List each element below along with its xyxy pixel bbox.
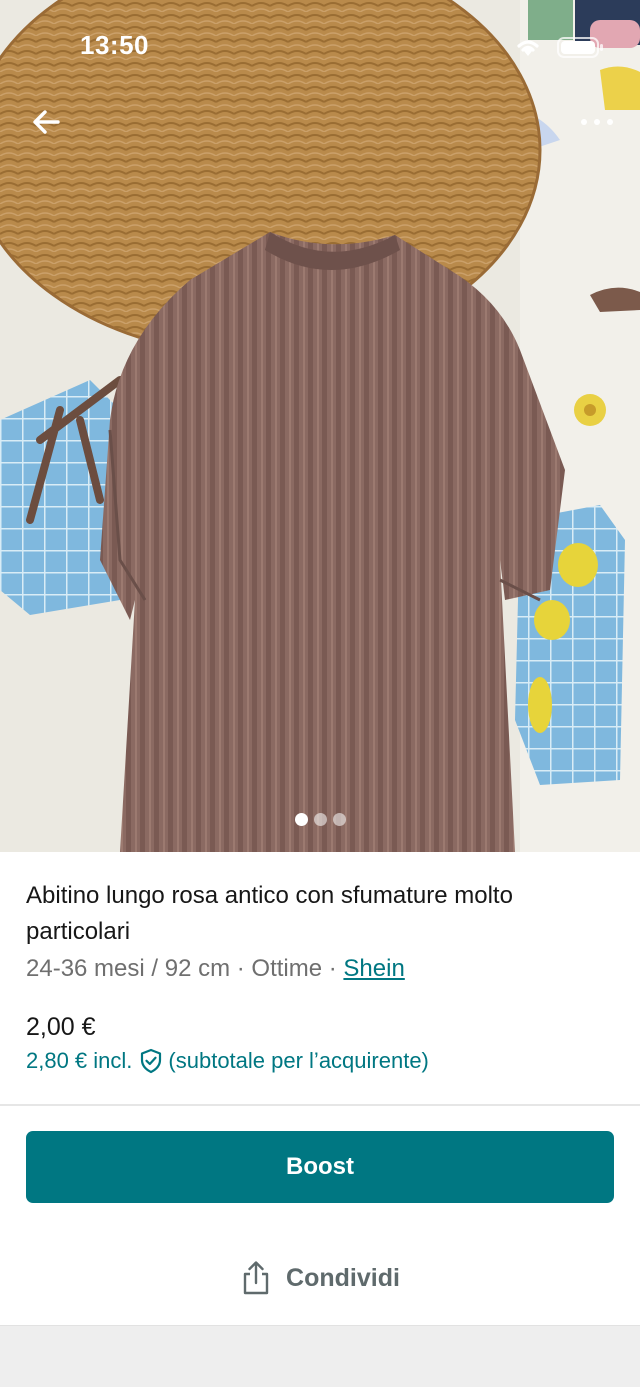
product-photo[interactable]: 13:50 [0, 0, 640, 852]
pager-dot[interactable] [332, 813, 346, 826]
item-price: 2,00 € [26, 1013, 96, 1041]
share-icon [243, 1261, 269, 1295]
divider [0, 1104, 640, 1106]
item-meta: 24-36 mesi / 92 cm · Ottime · Shein [26, 952, 616, 986]
share-button[interactable]: Condividi [0, 1248, 640, 1308]
boost-button[interactable]: Boost [26, 1131, 614, 1203]
more-options-icon[interactable] [572, 104, 622, 140]
shield-check-icon [141, 1048, 162, 1074]
battery-icon [557, 37, 603, 58]
share-label: Condividi [286, 1263, 400, 1292]
pager-dot[interactable] [313, 813, 327, 826]
price-incl-row[interactable]: 2,80 € incl. (subtotale per l’acquirente… [26, 1048, 429, 1074]
wifi-icon [517, 40, 539, 56]
item-details: Abitino lungo rosa antico con sfumature … [26, 878, 616, 986]
item-title: Abitino lungo rosa antico con sfumature … [26, 882, 513, 945]
status-time: 13:50 [80, 30, 149, 60]
product-photo-image [0, 0, 640, 852]
back-arrow-icon[interactable] [24, 100, 68, 144]
photo-pager [0, 813, 640, 827]
price-incl: 2,80 € incl. [26, 1048, 133, 1073]
bottom-band [0, 1325, 640, 1387]
price-incl-note: (subtotale per l’acquirente) [168, 1048, 429, 1073]
pager-dot[interactable] [294, 813, 308, 826]
status-icons [517, 37, 603, 58]
item-size-condition: 24-36 mesi / 92 cm · Ottime · [26, 955, 344, 982]
brand-link[interactable]: Shein [343, 955, 404, 982]
